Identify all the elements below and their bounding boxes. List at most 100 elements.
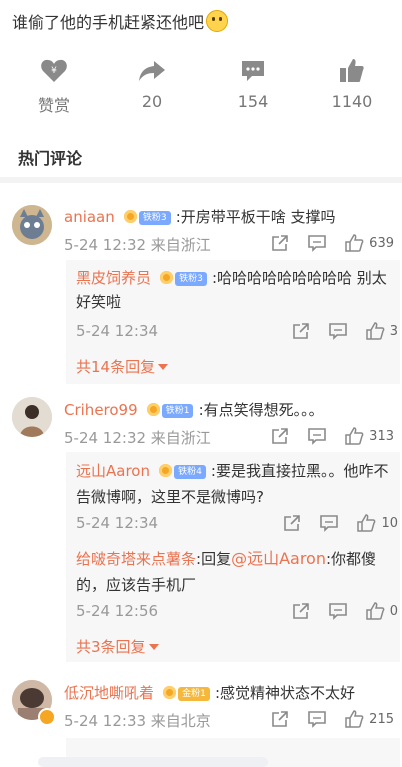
triangle-down-icon <box>158 364 169 370</box>
fan-badge[interactable]: 铁粉4 <box>174 465 206 479</box>
username-link[interactable]: 远山Aaron <box>76 462 150 480</box>
comment-text: :有点笑得想死。。。 <box>198 401 324 419</box>
post-title: 谁偷了他的手机赶紧还他吧 <box>12 10 392 35</box>
like-count: 3 <box>389 323 398 339</box>
reply-box: 黑皮饲养员 铁粉3 :哈哈哈哈哈哈哈哈哈 别太好笑啦 5-24 12:34 3 … <box>66 260 400 384</box>
username-link[interactable]: aniaan <box>64 208 115 226</box>
fan-medal-icon <box>146 403 160 416</box>
reply-meta: 5-24 12:34 <box>76 322 159 340</box>
share-icon <box>272 235 288 251</box>
comment-button[interactable]: 154 <box>213 56 293 111</box>
comment-meta: 5-24 12:32 来自浙江 <box>64 236 211 254</box>
fan-medal-icon <box>160 271 174 284</box>
fan-medal-icon <box>123 210 137 223</box>
reply-button[interactable] <box>307 427 327 445</box>
like-button[interactable]: 1140 <box>312 56 392 111</box>
more-replies-link[interactable]: 共3条回复 <box>76 636 159 657</box>
fan-badge[interactable]: 铁粉3 <box>138 211 171 225</box>
action-bar: ¥ 赞赏 20 154 1140 <box>0 56 402 120</box>
share-button[interactable] <box>271 234 289 252</box>
reply-button[interactable] <box>328 602 348 620</box>
like-count: 0 <box>389 603 398 619</box>
fan-badge[interactable]: 铁粉3 <box>175 272 207 286</box>
comment-line: Crihero99 铁粉1 :有点笑得想死。。。 <box>64 399 394 420</box>
reply-prefix: :回复 <box>196 550 232 568</box>
comment-icon <box>328 603 347 620</box>
repost-count: 20 <box>141 92 163 111</box>
share-button[interactable] <box>271 427 289 445</box>
avatar[interactable] <box>12 205 52 245</box>
reward-button[interactable]: ¥ 赞赏 <box>14 56 94 116</box>
comment-icon <box>308 428 326 445</box>
share-button[interactable] <box>283 514 301 532</box>
more-replies-link[interactable]: 共14条回复 <box>76 356 169 377</box>
fan-medal-icon <box>159 464 173 477</box>
comment-icon <box>328 323 347 340</box>
like-count: 1140 <box>331 92 373 111</box>
share-button[interactable] <box>292 602 310 620</box>
share-icon <box>272 711 288 727</box>
comment-meta: 5-24 12:32 来自浙江 <box>64 429 211 447</box>
thumbs-up-icon <box>365 322 385 340</box>
share-icon <box>284 515 301 531</box>
comment-text: :开房带平板干啥 支撑吗 <box>175 208 336 226</box>
username-link[interactable]: 低沉地嘶吼着 <box>64 684 154 702</box>
share-button[interactable] <box>292 322 310 340</box>
comment-meta: 5-24 12:33 来自北京 <box>64 712 211 730</box>
reply-line: 远山Aaron 铁粉4 :要是我直接拉黑。。他咋不告微博啊，这里不是微博吗? <box>76 458 394 510</box>
reply-button[interactable] <box>307 710 327 728</box>
smile-emoji-icon <box>206 10 229 32</box>
like-button[interactable]: 313 <box>345 427 394 445</box>
like-count: 639 <box>369 235 394 251</box>
post-title-text: 谁偷了他的手机赶紧还他吧 <box>12 13 205 32</box>
avatar[interactable] <box>12 397 52 437</box>
more-replies-label: 共14条回复 <box>76 358 156 376</box>
share-button[interactable] <box>271 710 289 728</box>
like-count: 215 <box>369 711 394 727</box>
verified-badge-icon <box>38 708 56 726</box>
reward-label: 赞赏 <box>37 96 70 115</box>
reply-button[interactable] <box>307 234 327 252</box>
comment-input-bar[interactable] <box>38 757 268 767</box>
triangle-down-icon <box>148 644 159 650</box>
reply-meta: 5-24 12:34 <box>76 514 159 532</box>
fan-badge[interactable]: 铁粉1 <box>161 404 194 418</box>
fan-medal-icon <box>163 686 177 699</box>
thumbs-up-icon <box>345 234 364 252</box>
thumbs-up-icon <box>345 427 364 445</box>
username-link[interactable]: 给啵奇塔来点薯条 <box>76 550 196 568</box>
comment-line: aniaan 铁粉3 :开房带平板干啥 支撑吗 <box>64 206 394 227</box>
comment-tools: 215 <box>253 710 394 728</box>
comment-icon <box>308 235 326 252</box>
thumbs-up-icon <box>312 56 392 86</box>
reply-line: 给啵奇塔来点薯条:回复@远山Aaron:你都傻的，应该告手机厂 <box>76 546 394 598</box>
like-button[interactable]: 0 <box>365 602 398 620</box>
fan-badge[interactable]: 金粉1 <box>178 687 210 701</box>
username-link[interactable]: Crihero99 <box>64 401 138 419</box>
like-button[interactable]: 215 <box>345 710 394 728</box>
comment-text: :感觉精神状态不太好 <box>214 684 355 702</box>
like-count: 10 <box>381 515 398 531</box>
like-button[interactable]: 3 <box>365 322 398 340</box>
reply-button[interactable] <box>319 514 339 532</box>
comment-tools: 313 <box>253 427 394 445</box>
comment-icon <box>320 515 339 532</box>
reply-box: 远山Aaron 铁粉4 :要是我直接拉黑。。他咋不告微博啊，这里不是微博吗? 5… <box>66 452 400 662</box>
comment-tools: 639 <box>253 234 394 252</box>
more-replies-label: 共3条回复 <box>76 638 146 656</box>
thumbs-up-icon <box>365 602 385 620</box>
like-count: 313 <box>369 428 394 444</box>
like-button[interactable]: 10 <box>357 514 398 532</box>
reply-meta: 5-24 12:56 <box>76 602 159 620</box>
username-link[interactable]: 黑皮饲养员 <box>76 269 151 287</box>
mention-link[interactable]: @远山Aaron <box>231 549 326 568</box>
reply-tools: 10 <box>265 514 398 532</box>
reply-tools: 0 <box>274 602 398 620</box>
share-icon <box>272 428 288 444</box>
like-button[interactable]: 639 <box>345 234 394 252</box>
thumbs-up-icon <box>345 710 364 728</box>
repost-button[interactable]: 20 <box>112 56 192 111</box>
reply-button[interactable] <box>328 322 348 340</box>
divider <box>0 177 402 183</box>
thumbs-up-icon <box>357 514 376 532</box>
